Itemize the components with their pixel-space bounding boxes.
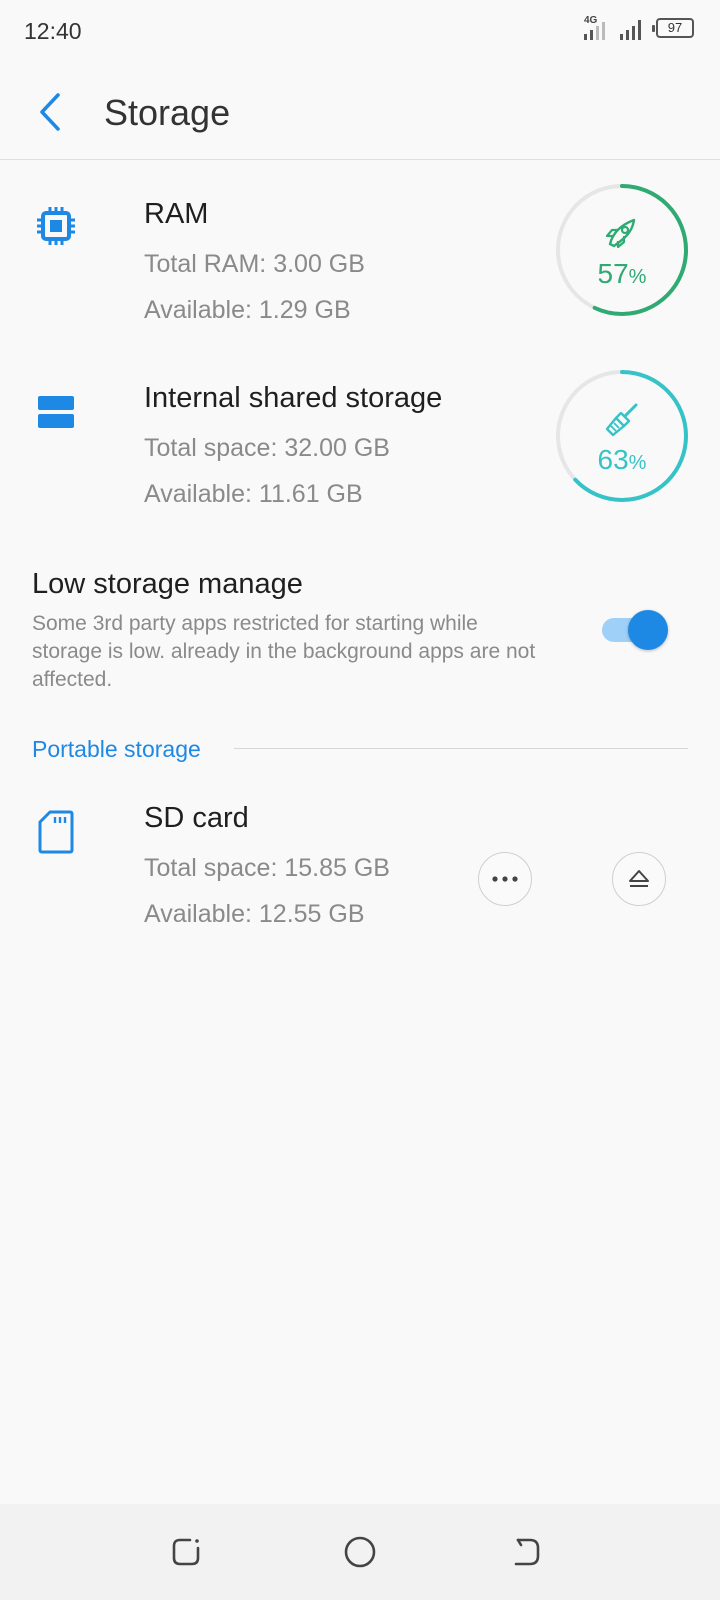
internal-storage-row[interactable]: Internal shared storage Total space: 32.… bbox=[0, 358, 720, 534]
storage-icon bbox=[38, 396, 74, 428]
sd-card-icon bbox=[38, 810, 74, 854]
ram-available: Available: 1.29 GB bbox=[144, 296, 351, 324]
sd-card-row[interactable]: SD card Total space: 15.85 GB Available:… bbox=[0, 800, 720, 950]
ram-usage-percent: 57% bbox=[554, 258, 690, 290]
back-button[interactable] bbox=[30, 86, 70, 138]
low-storage-toggle[interactable] bbox=[602, 610, 668, 650]
low-storage-description: Some 3rd party apps restricted for start… bbox=[32, 612, 536, 691]
internal-usage-ring[interactable]: 63% bbox=[554, 368, 690, 504]
ram-usage-ring[interactable]: 57% bbox=[554, 182, 690, 318]
ram-total: Total RAM: 3.00 GB bbox=[144, 250, 365, 278]
broom-icon bbox=[605, 403, 638, 437]
navigation-bar bbox=[0, 1504, 720, 1600]
toggle-thumb bbox=[628, 610, 668, 650]
sd-card-title: SD card bbox=[144, 802, 249, 834]
section-divider bbox=[234, 748, 688, 749]
ram-title: RAM bbox=[144, 198, 209, 230]
internal-percent-sign: % bbox=[628, 452, 647, 474]
internal-storage-title: Internal shared storage bbox=[144, 382, 443, 414]
chevron-left-icon bbox=[40, 93, 60, 131]
status-bar: 12:40 4G 97 bbox=[0, 0, 720, 64]
internal-usage-percent: 63% bbox=[554, 444, 690, 476]
ram-row[interactable]: RAM Total RAM: 3.00 GB Available: 1.29 G… bbox=[0, 172, 720, 348]
back-nav-button[interactable] bbox=[504, 1530, 548, 1574]
signal-strength-icon bbox=[620, 16, 646, 42]
eject-icon bbox=[629, 870, 649, 887]
network-type: 4G bbox=[584, 15, 598, 26]
signal-4g-icon: 4G bbox=[584, 15, 610, 42]
rocket-icon bbox=[605, 218, 636, 249]
internal-storage-total: Total space: 32.00 GB bbox=[144, 434, 390, 462]
sd-card-total: Total space: 15.85 GB bbox=[144, 854, 390, 882]
back-nav-icon bbox=[514, 1538, 540, 1566]
status-icons: 4G 97 bbox=[584, 15, 694, 42]
sd-card-available: Available: 12.55 GB bbox=[144, 900, 365, 928]
ram-ring-graphic bbox=[556, 184, 688, 316]
recents-icon bbox=[172, 1538, 200, 1566]
sd-card-eject-button[interactable] bbox=[612, 852, 666, 906]
portable-storage-header: Portable storage bbox=[32, 736, 201, 762]
status-time: 12:40 bbox=[24, 18, 82, 44]
ram-percent-sign: % bbox=[628, 266, 647, 288]
app-bar: Storage bbox=[0, 64, 720, 160]
internal-usage-value: 63 bbox=[597, 444, 629, 475]
recents-button[interactable] bbox=[164, 1530, 208, 1574]
storage-screen: 12:40 4G 97 Storage RAM Total RAM: 3.00 … bbox=[0, 0, 720, 1600]
more-horizontal-icon bbox=[492, 876, 518, 882]
sd-card-more-button[interactable] bbox=[478, 852, 532, 906]
chip-icon bbox=[37, 207, 75, 245]
internal-storage-available: Available: 11.61 GB bbox=[144, 480, 363, 508]
page-title: Storage bbox=[104, 92, 231, 133]
home-button[interactable] bbox=[338, 1530, 382, 1574]
home-icon bbox=[344, 1536, 376, 1568]
low-storage-title: Low storage manage bbox=[32, 568, 303, 600]
ram-usage-value: 57 bbox=[597, 258, 629, 289]
battery-icon: 97 bbox=[652, 18, 694, 38]
